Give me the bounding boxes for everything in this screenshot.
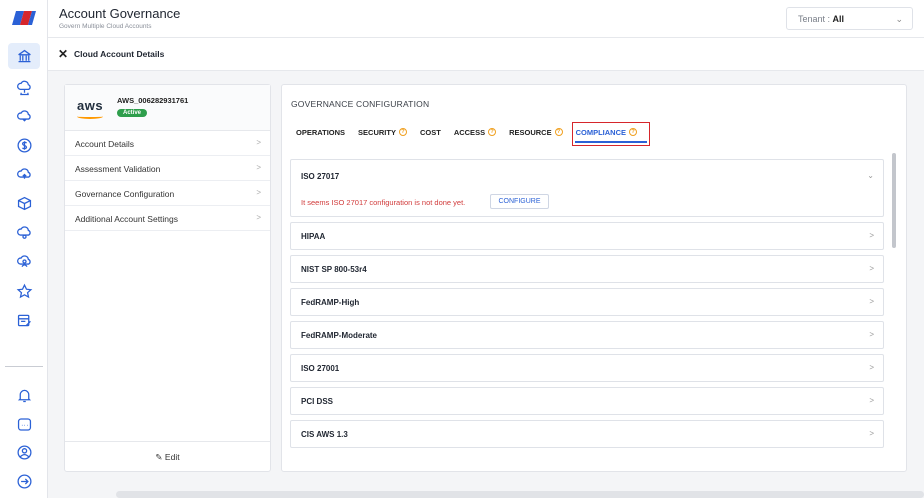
bank-icon[interactable] [8, 43, 40, 69]
menu-account-details[interactable]: Account Details > [65, 131, 270, 156]
governance-card: GOVERNANCE CONFIGURATION OPERATIONS SECU… [281, 84, 907, 472]
chevron-right-icon: > [256, 138, 261, 147]
tab-label: RESOURCE [509, 127, 552, 137]
compliance-item-name: NIST SP 800-53r4 [301, 265, 367, 274]
compliance-item-name: ISO 27017 [301, 172, 340, 181]
left-nav-rail [0, 0, 48, 498]
tab-operations[interactable]: OPERATIONS [296, 127, 345, 137]
menu-assessment-validation[interactable]: Assessment Validation > [65, 156, 270, 181]
user-profile-icon[interactable] [14, 442, 34, 462]
configure-button[interactable]: CONFIGURE [490, 194, 549, 209]
rail-divider [5, 366, 43, 367]
compliance-item-iso-27017[interactable]: ISO 27017 ⌄ It seems ISO 27017 configura… [290, 159, 884, 217]
chevron-right-icon: > [869, 396, 874, 405]
menu-item-label: Additional Account Settings [75, 214, 179, 224]
section-title: Cloud Account Details [74, 49, 165, 59]
account-header: aws AWS_006282931761 Active [65, 85, 270, 131]
chevron-down-icon: ⌄ [895, 14, 903, 24]
tab-cost[interactable]: COST [420, 127, 441, 137]
chevron-right-icon: > [256, 188, 261, 197]
menu-item-label: Account Details [75, 139, 135, 149]
page-subtitle: Govern Multiple Cloud Accounts [59, 23, 152, 30]
tenant-label: Tenant : [798, 14, 831, 24]
chevron-right-icon: > [869, 330, 874, 339]
status-badge: Active [117, 109, 148, 117]
compliance-item-name: ISO 27001 [301, 364, 340, 373]
edit-button[interactable]: ✎ Edit [65, 441, 270, 471]
governance-title: GOVERNANCE CONFIGURATION [291, 99, 430, 109]
compliance-item-fedramp-high[interactable]: FedRAMP-High > [290, 288, 884, 316]
bell-icon[interactable] [14, 385, 34, 405]
tab-label: SECURITY [358, 127, 396, 137]
tab-security[interactable]: SECURITY? [358, 127, 407, 137]
vertical-scrollbar[interactable] [892, 153, 896, 248]
compliance-item-name: FedRAMP-High [301, 298, 360, 307]
compliance-item-iso-27001[interactable]: ISO 27001 > [290, 354, 884, 382]
compliance-item-name: PCI DSS [301, 397, 334, 406]
sub-header: ✕ Cloud Account Details [48, 38, 924, 71]
compliance-item-hipaa[interactable]: HIPAA > [290, 222, 884, 250]
warning-message: It seems ISO 27017 configuration is not … [301, 198, 466, 207]
tab-label: OPERATIONS [296, 127, 346, 137]
horizontal-scrollbar[interactable] [116, 491, 924, 498]
report-edit-icon[interactable] [14, 310, 34, 330]
info-icon: ? [554, 128, 563, 136]
cloud-settings-icon[interactable] [14, 222, 34, 242]
chevron-right-icon: > [869, 363, 874, 372]
chevron-right-icon: > [869, 264, 874, 273]
chevron-right-icon: > [869, 297, 874, 306]
account-id: AWS_006282931761 [117, 96, 189, 105]
aws-smile-icon [77, 114, 103, 119]
cloud-network-icon[interactable] [14, 78, 34, 98]
menu-item-label: Assessment Validation [75, 164, 161, 174]
cloud-user-icon[interactable] [14, 251, 34, 271]
active-tab-indicator [575, 141, 647, 143]
menu-item-label: Governance Configuration [75, 189, 175, 199]
menu-additional-settings[interactable]: Additional Account Settings > [65, 206, 270, 231]
cube-icon[interactable] [14, 193, 34, 213]
tab-access[interactable]: ACCESS? [453, 127, 497, 137]
info-icon: ? [398, 128, 407, 136]
top-header: Account Governance Govern Multiple Cloud… [48, 0, 924, 38]
page-title: Account Governance [59, 6, 181, 21]
pencil-icon: ✎ [155, 452, 163, 462]
star-icon[interactable] [14, 281, 34, 301]
dollar-icon[interactable] [14, 135, 34, 155]
compliance-item-pci-dss[interactable]: PCI DSS > [290, 387, 884, 415]
compliance-list: ISO 27017 ⌄ It seems ISO 27017 configura… [290, 159, 884, 453]
chevron-right-icon: > [869, 429, 874, 438]
menu-governance-configuration[interactable]: Governance Configuration > [65, 181, 270, 206]
tab-label: COST [419, 127, 441, 137]
chevron-right-icon: > [869, 231, 874, 240]
tab-label: ACCESS [453, 127, 486, 137]
edit-label: Edit [164, 452, 180, 462]
account-card: aws AWS_006282931761 Active Account Deta… [64, 84, 271, 472]
logout-icon[interactable] [14, 471, 34, 491]
tenant-value: All [832, 14, 845, 24]
chevron-right-icon: > [256, 163, 261, 172]
info-icon: ? [488, 128, 497, 136]
compliance-item-name: FedRAMP-Moderate [301, 331, 378, 340]
compliance-item-fedramp-moderate[interactable]: FedRAMP-Moderate > [290, 321, 884, 349]
aws-logo: aws [77, 98, 104, 113]
chat-icon[interactable] [14, 414, 34, 434]
compliance-item-cis-aws[interactable]: CIS AWS 1.3 > [290, 420, 884, 448]
chevron-down-icon[interactable]: ⌄ [867, 171, 874, 180]
tab-resource[interactable]: RESOURCE? [509, 127, 563, 137]
cloud-upload-icon[interactable] [14, 164, 34, 184]
close-icon[interactable]: ✕ [58, 47, 68, 61]
compliance-item-name: HIPAA [301, 232, 326, 241]
cloud-sync-icon[interactable] [14, 106, 34, 126]
compliance-item-name: CIS AWS 1.3 [301, 430, 348, 439]
app-logo[interactable] [12, 11, 36, 25]
app: Account Governance Govern Multiple Cloud… [0, 0, 924, 498]
tenant-select[interactable]: Tenant : All ⌄ [786, 7, 913, 30]
compliance-item-nist[interactable]: NIST SP 800-53r4 > [290, 255, 884, 283]
chevron-right-icon: > [256, 213, 261, 222]
